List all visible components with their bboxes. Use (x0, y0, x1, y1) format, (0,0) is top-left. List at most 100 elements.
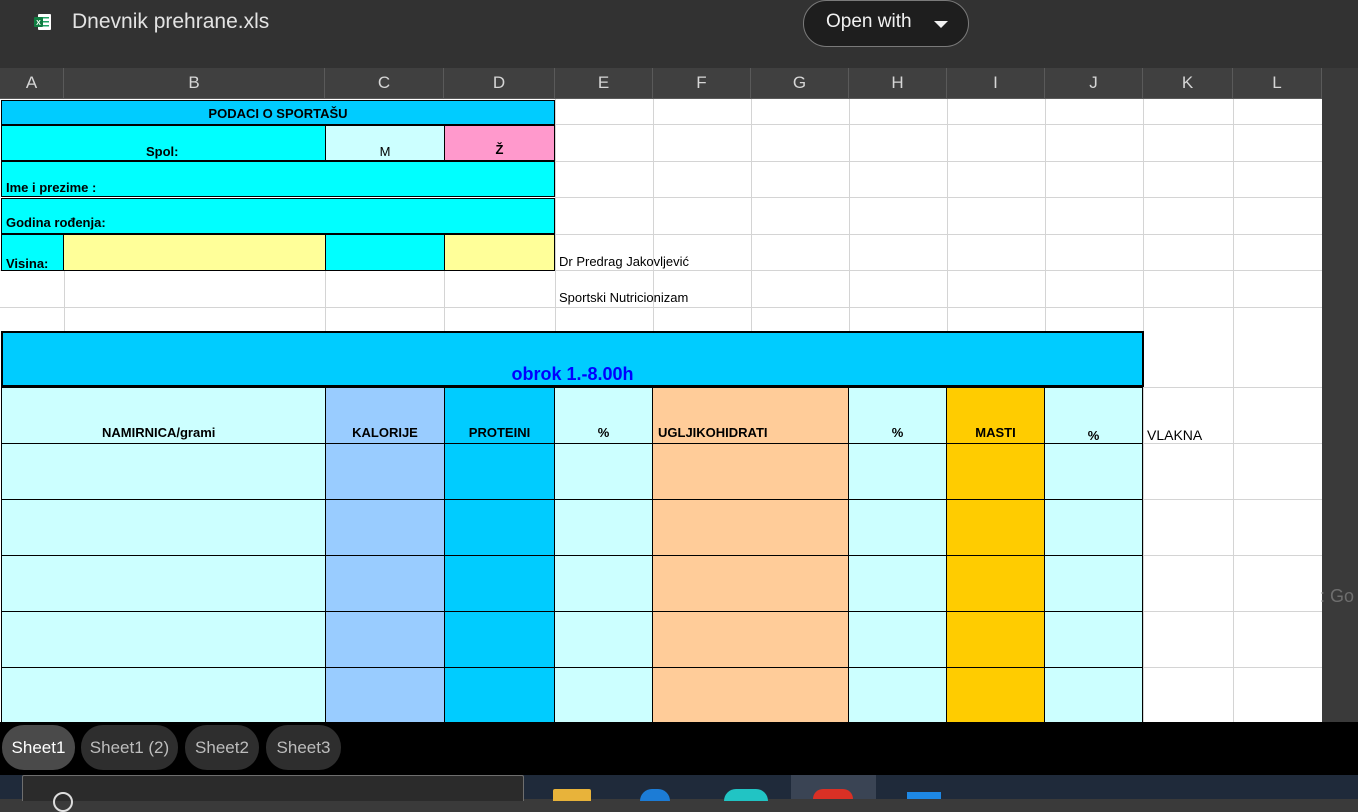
active-app-highlight[interactable] (791, 775, 876, 799)
gridline (1045, 99, 1046, 331)
column-header-k[interactable]: K (1143, 68, 1233, 99)
header-pct-uglji[interactable]: % (848, 387, 947, 444)
table-cell[interactable] (946, 443, 1045, 500)
table-cell[interactable] (325, 555, 445, 612)
table-cell[interactable] (848, 611, 947, 668)
tab-sheet3[interactable]: Sheet3 (266, 725, 341, 770)
table-cell[interactable] (444, 555, 555, 612)
ime-label: Ime i prezime : (6, 180, 97, 195)
table-cell[interactable] (554, 443, 653, 500)
table-cell[interactable] (1044, 443, 1143, 500)
table-cell[interactable] (1, 443, 326, 500)
column-header-f[interactable]: F (653, 68, 751, 99)
chevron-down-icon (934, 21, 948, 28)
meal-banner[interactable]: obrok 1.-8.00h (1, 331, 1144, 387)
header-pct-proteini[interactable]: % (554, 387, 653, 444)
cell-visina-c[interactable] (325, 234, 445, 271)
table-cell[interactable] (554, 499, 653, 556)
sheet-tab-bar: Sheet1 Sheet1 (2) Sheet2 Sheet3 (0, 722, 1358, 775)
file-explorer-icon[interactable] (553, 789, 591, 801)
app-icon-2[interactable] (907, 792, 941, 799)
table-cell[interactable] (652, 499, 849, 556)
tab-sheet2[interactable]: Sheet2 (185, 725, 259, 770)
table-cell[interactable] (444, 611, 555, 668)
file-title: Dnevnik prehrane.xls (72, 10, 270, 33)
gridline (1143, 443, 1322, 444)
table-cell[interactable] (444, 499, 555, 556)
open-with-button[interactable]: Open with (803, 0, 969, 47)
table-cell[interactable] (325, 611, 445, 668)
table-cell[interactable] (1044, 611, 1143, 668)
column-header-a[interactable]: A (0, 68, 64, 99)
gridline (751, 99, 752, 331)
table-cell[interactable] (848, 667, 947, 722)
table-cell[interactable] (652, 443, 849, 500)
table-cell[interactable] (444, 667, 555, 722)
chrome-icon[interactable] (724, 789, 768, 801)
table-cell[interactable] (946, 499, 1045, 556)
cell-visina[interactable]: Visina: (1, 234, 64, 271)
column-header-b[interactable]: B (64, 68, 325, 99)
header-kalorije[interactable]: KALORIJE (325, 387, 445, 444)
table-cell[interactable] (444, 443, 555, 500)
gridline (1233, 99, 1234, 722)
table-cell[interactable] (554, 555, 653, 612)
tab-sheet1-2[interactable]: Sheet1 (2) (81, 725, 178, 770)
spreadsheet-grid[interactable]: A B C D E F G H I J K L PODACI O SPORTAŠ… (0, 68, 1322, 722)
column-header-j[interactable]: J (1045, 68, 1143, 99)
search-icon (53, 792, 73, 812)
table-cell[interactable] (652, 667, 849, 722)
table-cell[interactable] (1, 499, 326, 556)
cell-ime[interactable]: Ime i prezime : (1, 161, 555, 197)
podaci-label: PODACI O SPORTAŠU (208, 106, 348, 121)
header-ugljikohidrati[interactable]: UGLJIKOHIDRATI (652, 387, 849, 444)
edge-icon[interactable] (640, 789, 670, 801)
ghost-text: : Go (1320, 586, 1355, 606)
cell-spol[interactable]: Spol: (1, 125, 326, 161)
cell-z[interactable]: Ž (444, 125, 555, 161)
table-cell[interactable] (1044, 667, 1143, 722)
header-namirnica[interactable]: NAMIRNICA/grami (1, 387, 326, 444)
masti-label: MASTI (975, 425, 1016, 440)
column-header-h[interactable]: H (849, 68, 947, 99)
table-cell[interactable] (554, 611, 653, 668)
column-header-l[interactable]: L (1233, 68, 1322, 99)
column-header-e[interactable]: E (555, 68, 653, 99)
table-cell[interactable] (554, 667, 653, 722)
excel-file-icon: X (34, 14, 51, 30)
table-cell[interactable] (1, 667, 326, 722)
gridline (555, 124, 1322, 125)
table-cell[interactable] (848, 499, 947, 556)
table-cell[interactable] (652, 611, 849, 668)
cell-m[interactable]: M (325, 125, 445, 161)
table-cell[interactable] (1, 611, 326, 668)
table-cell[interactable] (946, 555, 1045, 612)
gridline (1143, 667, 1322, 668)
column-header-c[interactable]: C (325, 68, 444, 99)
table-cell[interactable] (1044, 555, 1143, 612)
header-proteini[interactable]: PROTEINI (444, 387, 555, 444)
table-cell[interactable] (325, 499, 445, 556)
table-cell[interactable] (325, 443, 445, 500)
header-masti[interactable]: MASTI (946, 387, 1045, 444)
table-cell[interactable] (652, 555, 849, 612)
godina-label: Godina rođenja: (6, 215, 106, 230)
cell-visina-value[interactable] (63, 234, 326, 271)
table-cell[interactable] (946, 667, 1045, 722)
table-cell[interactable] (325, 667, 445, 722)
cell-podaci[interactable]: PODACI O SPORTAŠU (1, 100, 555, 125)
table-cell[interactable] (848, 555, 947, 612)
table-cell[interactable] (946, 611, 1045, 668)
column-header-g[interactable]: G (751, 68, 849, 99)
table-cell[interactable] (1, 555, 326, 612)
cell-visina-d[interactable] (444, 234, 555, 271)
cell-godina[interactable]: Godina rođenja: (1, 198, 555, 234)
header-pct-masti[interactable]: % (1044, 387, 1143, 444)
table-cell[interactable] (1044, 499, 1143, 556)
column-header-d[interactable]: D (444, 68, 555, 99)
tab-sheet1[interactable]: Sheet1 (2, 725, 75, 770)
table-cell[interactable] (848, 443, 947, 500)
column-header-i[interactable]: I (947, 68, 1045, 99)
namirnica-label: NAMIRNICA/grami (102, 425, 216, 440)
taskbar-search-box[interactable] (22, 775, 524, 812)
